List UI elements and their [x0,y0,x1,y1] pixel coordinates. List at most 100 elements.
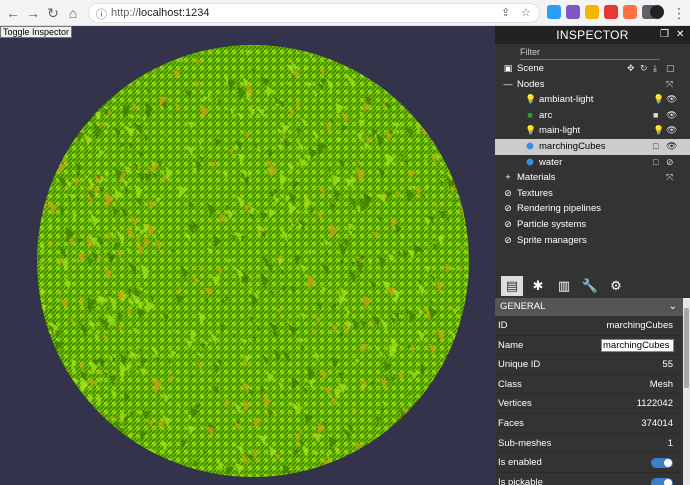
tree-action-icon[interactable]: ▢ [666,61,675,77]
tree-item-nodes[interactable]: — Nodes ⤧ [495,77,690,93]
extension-icon[interactable] [604,5,618,19]
toggle-switch[interactable] [651,477,673,485]
extension-icon[interactable] [585,5,599,19]
property-value: 1 [667,437,673,449]
tree-node-icon: ⊘ [504,187,512,198]
tree-item-label: Scene [517,63,544,74]
property-row: ID marchingCubes [495,316,683,336]
filter-input[interactable]: Filter [520,47,660,60]
url-text: http://localhost:1234 [111,7,210,19]
chevron-down-icon: ⌄ [668,301,677,312]
marching-cubes-mesh [37,45,469,477]
tree-action-icon[interactable]: ⊘ [666,155,674,171]
inspector-header: INSPECTOR ❐ ✕ [495,26,690,44]
extension-icon[interactable] [547,5,561,19]
star-icon[interactable]: ☆ [521,6,531,19]
tree-item-label: ambiant-light [539,94,594,106]
property-row: Faces 374014 [495,413,683,434]
property-row: Sub-meshes 1 [495,433,683,454]
render-canvas[interactable] [0,26,495,485]
inspector-tabs: ▤ ✱ ▥ 🔧 ⚙ [495,274,690,298]
tree-item-scene[interactable]: ▣ Scene ✥ ↻ ⤓ ▢ [495,61,690,77]
tree-item-arc[interactable]: ■ arc ■ 👁 [495,108,690,124]
scene-tree: ▣ Scene ✥ ↻ ⤓ ▢ — Nodes ⤧ 💡 ambiant-light 💡 👁 ■ arc ■ 👁 💡… [495,61,690,248]
tree-node-icon: 💡 [525,125,537,136]
tree-action-icon[interactable]: ⤧ [666,77,673,93]
tree-item-ambiant-light[interactable]: 💡 ambiant-light 💡 👁 [495,92,690,108]
tree-action-icon[interactable]: ✥ [627,61,635,77]
menu-icon[interactable]: ⋮ [670,4,688,22]
tree-action-icon[interactable]: 👁 [666,139,677,155]
tree-action-icon[interactable]: ⤧ [666,170,673,186]
tree-action-icon[interactable]: □ [653,155,658,171]
back-icon[interactable]: ← [4,4,22,22]
general-group-header[interactable]: GENERAL ⌄ [495,298,683,316]
property-value: 374014 [641,417,673,429]
tree-item-particle-systems[interactable]: ⊘ Particle systems [495,217,690,233]
toggle-switch[interactable] [651,458,673,469]
debug-tab[interactable]: ✱ [527,276,549,296]
extension-icon[interactable] [623,5,637,19]
property-label: Vertices [498,398,532,410]
property-row: Unique ID 55 [495,355,683,375]
tree-node-icon: ⊘ [504,203,512,214]
tree-action-icon[interactable]: ■ [653,108,658,124]
info-icon[interactable]: ⓘ [96,6,107,22]
name-field[interactable] [601,338,674,352]
tree-item-textures[interactable]: ⊘ Textures [495,186,690,202]
tree-action-icon[interactable]: 💡 [653,123,664,139]
property-value: Mesh [649,378,673,390]
property-label: Is pickable [498,476,543,485]
tree-node-icon: ⬢ [526,140,534,151]
tree-item-main-light[interactable]: 💡 main-light 💡 👁 [495,123,690,139]
tree-node-icon: ⬢ [526,156,534,167]
browser-toolbar: ← → ↻ ⌂ ⓘ http://localhost:1234 ⇪ ☆ ⋮ [0,0,690,26]
properties-tab[interactable]: ▤ [501,276,523,296]
tree-action-icon[interactable]: 👁 [666,92,677,108]
tree-item-label: Rendering pipelines [517,203,601,215]
avatar[interactable] [650,5,664,19]
property-label: Class [498,378,522,390]
extension-icon[interactable] [566,5,580,19]
tree-action-icon[interactable]: ⤓ [653,61,657,77]
tree-item-materials[interactable]: + Materials ⤧ [495,170,690,186]
home-icon[interactable]: ⌂ [64,4,82,22]
tree-item-label: arc [539,109,553,121]
share-icon[interactable]: ⇪ [501,6,510,19]
tree-node-icon: 💡 [525,94,537,105]
close-icon[interactable]: ✕ [676,26,685,44]
property-value: 1122042 [636,398,673,410]
settings-tab[interactable]: ⚙ [605,276,627,296]
tree-node-icon: ⊘ [504,234,512,245]
property-value: 55 [662,359,673,371]
tools-tab[interactable]: 🔧 [579,276,601,296]
tree-node-icon: ⊘ [504,218,512,229]
tree-item-rendering-pipelines[interactable]: ⊘ Rendering pipelines [495,201,690,217]
properties-scrollbar[interactable] [683,298,690,485]
property-row: Class Mesh [495,374,683,395]
tree-action-icon[interactable]: 👁 [666,123,677,139]
tree-item-label: Sprite managers [517,234,587,246]
statistics-tab[interactable]: ▥ [553,276,575,296]
forward-icon[interactable]: → [24,4,42,22]
tree-item-water[interactable]: ⬢ water □ ⊘ [495,155,690,171]
toggle-inspector-button[interactable]: Toggle Inspector [0,26,73,38]
tree-item-marchingCubes[interactable]: ⬢ marchingCubes □ 👁 [495,138,690,155]
tree-action-icon[interactable]: 💡 [653,92,664,108]
tree-item-label: Particle systems [517,218,587,230]
tree-action-icon[interactable]: ↻ [640,61,648,77]
tree-item-label: water [539,156,563,168]
tree-action-icon[interactable]: 👁 [666,108,677,124]
tree-item-label: Nodes [517,78,545,90]
inspector-title: INSPECTOR [556,28,629,42]
tree-item-sprite-managers[interactable]: ⊘ Sprite managers [495,233,690,249]
popout-icon[interactable]: ❐ [660,26,669,44]
tree-action-icon[interactable]: □ [653,139,658,155]
properties-pane: GENERAL ⌄ ID marchingCubes Name Unique ID 55… [495,298,683,485]
property-label: ID [498,320,508,331]
reload-icon[interactable]: ↻ [44,4,62,22]
tree-node-icon: ■ [527,109,533,120]
tree-item-label: marchingCubes [539,140,606,152]
tree-item-label: Textures [517,187,553,199]
address-bar[interactable]: ⓘ http://localhost:1234 ⇪ ☆ [88,3,540,23]
